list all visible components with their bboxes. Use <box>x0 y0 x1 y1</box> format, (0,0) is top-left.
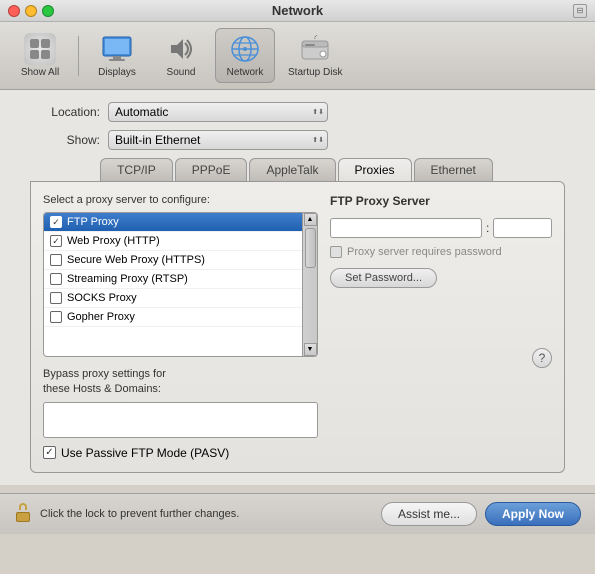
proxy-list: FTP Proxy Web Proxy (HTTP) Secure Web Pr… <box>43 212 318 357</box>
scroll-down-button[interactable]: ▼ <box>304 343 317 356</box>
toolbar-label-sound: Sound <box>167 67 196 78</box>
proxy-check-gopher[interactable] <box>50 311 62 323</box>
scrollbar[interactable]: ▲ ▼ <box>302 213 317 356</box>
window-title: Network <box>272 3 323 18</box>
proxy-item-gopher[interactable]: Gopher Proxy <box>44 308 302 327</box>
displays-icon <box>101 33 133 65</box>
bypass-input[interactable] <box>43 402 318 438</box>
tab-appletalk[interactable]: AppleTalk <box>249 158 335 181</box>
toolbar: Show All Displays Sound <box>0 22 595 90</box>
sound-icon <box>165 33 197 65</box>
proxy-section-title: Select a proxy server to configure: <box>43 194 318 206</box>
proxy-label-http: Web Proxy (HTTP) <box>67 235 160 247</box>
lock-body <box>16 512 30 522</box>
set-password-button[interactable]: Set Password... <box>330 268 437 288</box>
proxy-item-http[interactable]: Web Proxy (HTTP) <box>44 232 302 251</box>
maximize-button[interactable] <box>42 5 54 17</box>
tab-pppoe[interactable]: PPPoE <box>175 158 248 181</box>
bypass-label: Bypass proxy settings forthese Hosts & D… <box>43 367 318 398</box>
passive-ftp-checkbox[interactable] <box>43 446 56 459</box>
panel-body: Select a proxy server to configure: FTP … <box>43 194 552 460</box>
ftp-port-input[interactable] <box>493 218 552 238</box>
title-bar: Network ⊟ <box>0 0 595 22</box>
lock-icon[interactable] <box>14 503 32 525</box>
tab-ethernet[interactable]: Ethernet <box>414 158 493 181</box>
ftp-proxy-title: FTP Proxy Server <box>330 194 552 208</box>
proxy-label-https: Secure Web Proxy (HTTPS) <box>67 254 205 266</box>
startup-disk-icon: ? <box>299 33 331 65</box>
ftp-server-row: : <box>330 218 552 238</box>
proxy-check-https[interactable] <box>50 254 62 266</box>
close-button[interactable] <box>8 5 20 17</box>
window-controls <box>8 5 54 17</box>
ftp-server-input[interactable] <box>330 218 482 238</box>
left-column: Select a proxy server to configure: FTP … <box>43 194 318 460</box>
proxy-list-content: FTP Proxy Web Proxy (HTTP) Secure Web Pr… <box>44 213 302 356</box>
lock-text: Click the lock to prevent further change… <box>40 508 373 520</box>
requires-password-label: Proxy server requires password <box>347 246 502 258</box>
proxy-check-ftp[interactable] <box>50 216 62 228</box>
show-select-wrapper: Built-in Ethernet <box>108 130 328 150</box>
toolbar-label-show-all: Show All <box>21 67 59 78</box>
scroll-up-button[interactable]: ▲ <box>304 213 317 226</box>
tabs-container: TCP/IP PPPoE AppleTalk Proxies Ethernet <box>20 158 575 181</box>
content-area: Location: Automatic Show: Built-in Ether… <box>0 90 595 485</box>
proxy-item-https[interactable]: Secure Web Proxy (HTTPS) <box>44 251 302 270</box>
toolbar-item-sound[interactable]: Sound <box>151 28 211 83</box>
proxy-label-gopher: Gopher Proxy <box>67 311 135 323</box>
toolbar-label-network: Network <box>227 67 264 78</box>
tab-proxies[interactable]: Proxies <box>338 158 412 181</box>
show-label: Show: <box>20 133 100 147</box>
toolbar-item-startup-disk[interactable]: ? Startup Disk <box>279 28 351 83</box>
location-row: Location: Automatic <box>20 102 575 122</box>
proxy-item-ftp[interactable]: FTP Proxy <box>44 213 302 232</box>
main-panel: Select a proxy server to configure: FTP … <box>30 181 565 473</box>
lock-shackle <box>19 503 27 510</box>
proxy-label-ftp: FTP Proxy <box>67 216 119 228</box>
help-button[interactable]: ? <box>532 348 552 368</box>
toolbar-item-show-all[interactable]: Show All <box>10 28 70 83</box>
network-icon <box>229 33 261 65</box>
scroll-thumb[interactable] <box>305 228 316 268</box>
right-column: FTP Proxy Server : Proxy server requires… <box>330 194 552 460</box>
proxy-label-socks: SOCKS Proxy <box>67 292 137 304</box>
svg-text:?: ? <box>313 35 318 41</box>
colon-separator: : <box>486 221 489 235</box>
apply-now-button[interactable]: Apply Now <box>485 502 581 526</box>
proxy-check-socks[interactable] <box>50 292 62 304</box>
tabs: TCP/IP PPPoE AppleTalk Proxies Ethernet <box>100 158 495 181</box>
location-select[interactable]: Automatic <box>108 102 328 122</box>
passive-ftp-label: Use Passive FTP Mode (PASV) <box>61 446 229 460</box>
proxy-label-rtsp: Streaming Proxy (RTSP) <box>67 273 188 285</box>
toolbar-item-network[interactable]: Network <box>215 28 275 83</box>
requires-password-checkbox[interactable] <box>330 246 342 258</box>
proxy-check-http[interactable] <box>50 235 62 247</box>
requires-password-row: Proxy server requires password <box>330 246 552 258</box>
toolbar-label-displays: Displays <box>98 67 136 78</box>
proxy-check-rtsp[interactable] <box>50 273 62 285</box>
toolbar-item-displays[interactable]: Displays <box>87 28 147 83</box>
location-label: Location: <box>20 105 100 119</box>
assist-button[interactable]: Assist me... <box>381 502 477 526</box>
toolbar-label-startup-disk: Startup Disk <box>288 67 342 78</box>
proxy-item-rtsp[interactable]: Streaming Proxy (RTSP) <box>44 270 302 289</box>
proxy-item-socks[interactable]: SOCKS Proxy <box>44 289 302 308</box>
show-select[interactable]: Built-in Ethernet <box>108 130 328 150</box>
show-all-icon <box>24 33 56 65</box>
toolbar-separator <box>78 36 79 76</box>
location-select-wrapper: Automatic <box>108 102 328 122</box>
tab-tcpip[interactable]: TCP/IP <box>100 158 173 181</box>
bottom-bar: Click the lock to prevent further change… <box>0 493 595 534</box>
resize-icon[interactable]: ⊟ <box>573 4 587 18</box>
show-row: Show: Built-in Ethernet <box>20 130 575 150</box>
passive-ftp-row: Use Passive FTP Mode (PASV) <box>43 446 318 460</box>
minimize-button[interactable] <box>25 5 37 17</box>
